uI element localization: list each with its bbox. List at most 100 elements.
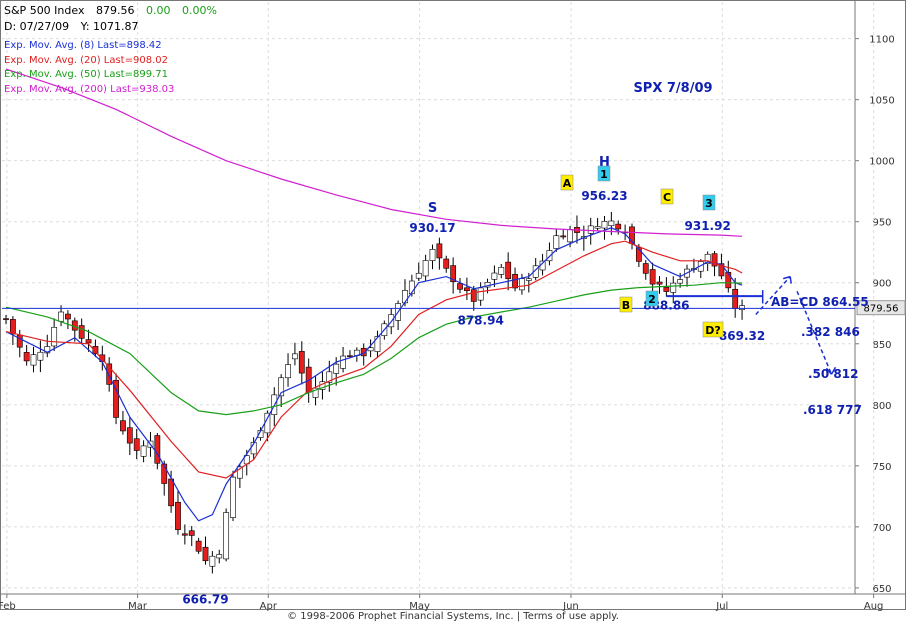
candle-body xyxy=(677,279,684,284)
pattern-marker-label: A xyxy=(563,177,572,190)
legend-ema-8[interactable]: Exp. Mov. Avg. (8) Last=898.42 xyxy=(4,39,174,54)
candle-body xyxy=(429,249,436,261)
candle-body xyxy=(739,305,745,310)
candle-body xyxy=(3,318,9,320)
candle-body xyxy=(285,364,291,379)
candle-body xyxy=(51,326,58,347)
candle-body xyxy=(230,476,236,518)
annotation-label: 878.94 xyxy=(457,313,503,327)
annotation-label: 930.17 xyxy=(409,221,455,235)
candle-body xyxy=(65,313,71,320)
candle-body xyxy=(388,314,395,328)
y-tick-label: 950 xyxy=(872,218,891,229)
candle-body xyxy=(663,286,670,292)
candle-body xyxy=(512,274,518,289)
candle-body xyxy=(78,325,85,339)
y-tick-label: 700 xyxy=(872,523,891,534)
candle-body xyxy=(656,281,663,285)
candle-body xyxy=(58,311,64,322)
candle-body xyxy=(298,351,305,374)
candle-body xyxy=(491,272,498,280)
candle-body xyxy=(422,260,429,277)
candle-body xyxy=(477,287,484,301)
annotation-label: 869.32 xyxy=(719,329,765,343)
legend-ema-200[interactable]: Exp. Mov. Avg. (200) Last=938.03 xyxy=(4,83,174,98)
y-tick-label: 1100 xyxy=(869,35,894,46)
candle-body xyxy=(37,351,44,361)
y-tick-label: 900 xyxy=(872,279,891,290)
candle-body xyxy=(732,288,739,309)
candle-body xyxy=(463,287,470,291)
y-tick-label: 800 xyxy=(872,401,891,412)
candle-body xyxy=(457,283,463,290)
candle-body xyxy=(587,225,594,234)
legend-ema-50[interactable]: Exp. Mov. Avg. (50) Last=899.71 xyxy=(4,68,174,83)
candle-body xyxy=(181,533,188,536)
cursor-y: Y: 1071.87 xyxy=(80,20,139,33)
quote-header: S&P 500 Index 879.56 0.00 0.00% xyxy=(4,4,225,17)
candle-body xyxy=(216,554,223,559)
y-tick-label: 1000 xyxy=(869,157,894,168)
candle-body xyxy=(202,546,209,562)
pattern-marker-label: 2 xyxy=(648,293,656,306)
candle-body xyxy=(85,339,92,344)
candle-body xyxy=(175,501,181,530)
y-tick-label: 750 xyxy=(872,462,891,473)
annotation-label: .618 777 xyxy=(803,403,862,417)
candle-body xyxy=(615,223,622,230)
annotation-label: S xyxy=(428,201,437,216)
candle-body xyxy=(9,319,16,335)
candle-body xyxy=(642,263,649,274)
copyright-footer: © 1998-2006 Prophet Financial Systems, I… xyxy=(287,611,619,622)
candle-body xyxy=(154,435,161,464)
candle-body xyxy=(415,272,422,279)
candle-body xyxy=(195,540,202,552)
pattern-marker-label: D? xyxy=(705,324,721,337)
candle-body xyxy=(120,420,126,432)
annotation-label: .50 812 xyxy=(808,367,858,381)
candle-body xyxy=(188,530,195,536)
candle-body xyxy=(333,363,340,374)
candle-body xyxy=(649,269,656,285)
last-price: 879.56 xyxy=(95,4,135,17)
candle-body xyxy=(567,229,573,243)
candle-body xyxy=(546,250,553,262)
price-change: 0.00 xyxy=(145,4,171,17)
candle-body xyxy=(209,555,216,567)
annotation-label: 666.79 xyxy=(182,592,228,606)
y-tick-label: 650 xyxy=(872,584,891,595)
candle-body xyxy=(553,235,560,249)
candle-body xyxy=(608,220,615,227)
candle-body xyxy=(30,354,37,366)
candle-body xyxy=(126,427,133,444)
candle-body xyxy=(264,412,271,434)
candle-body xyxy=(168,478,174,507)
annotation-label: .382 846 xyxy=(801,325,860,339)
candle-body xyxy=(436,243,443,259)
candle-body xyxy=(594,226,601,229)
annotation-label: 931.92 xyxy=(685,219,731,233)
annotation-label: 956.23 xyxy=(581,189,627,203)
pattern-marker-label: B xyxy=(622,299,630,312)
candle-body xyxy=(470,289,477,302)
candle-body xyxy=(340,355,346,369)
candle-body xyxy=(292,353,298,360)
last-price-box-label: 879.56 xyxy=(864,304,899,315)
annotation-label: AB=CD 864.55 xyxy=(771,295,869,309)
indicator-legend: Exp. Mov. Avg. (8) Last=898.42 Exp. Mov.… xyxy=(4,39,174,97)
chart-window: 650 700 750 800 850 900 950 1000 1050 1100 Feb Mar A… xyxy=(0,0,906,628)
candle-body xyxy=(133,438,140,451)
candle-body xyxy=(505,261,512,280)
candle-body xyxy=(402,290,408,304)
y-tick-label: 850 xyxy=(872,340,891,351)
candle-body xyxy=(23,352,30,362)
candle-body xyxy=(525,278,532,281)
legend-ema-20[interactable]: Exp. Mov. Avg. (20) Last=908.02 xyxy=(4,54,174,69)
pattern-marker-label: 1 xyxy=(600,168,608,181)
candle-body xyxy=(519,278,525,291)
candle-body xyxy=(560,235,567,238)
symbol-name: S&P 500 Index xyxy=(4,4,85,17)
price-change-pct: 0.00% xyxy=(181,4,217,17)
chart-title: SPX 7/8/09 xyxy=(633,81,712,96)
candle-body xyxy=(670,282,677,293)
